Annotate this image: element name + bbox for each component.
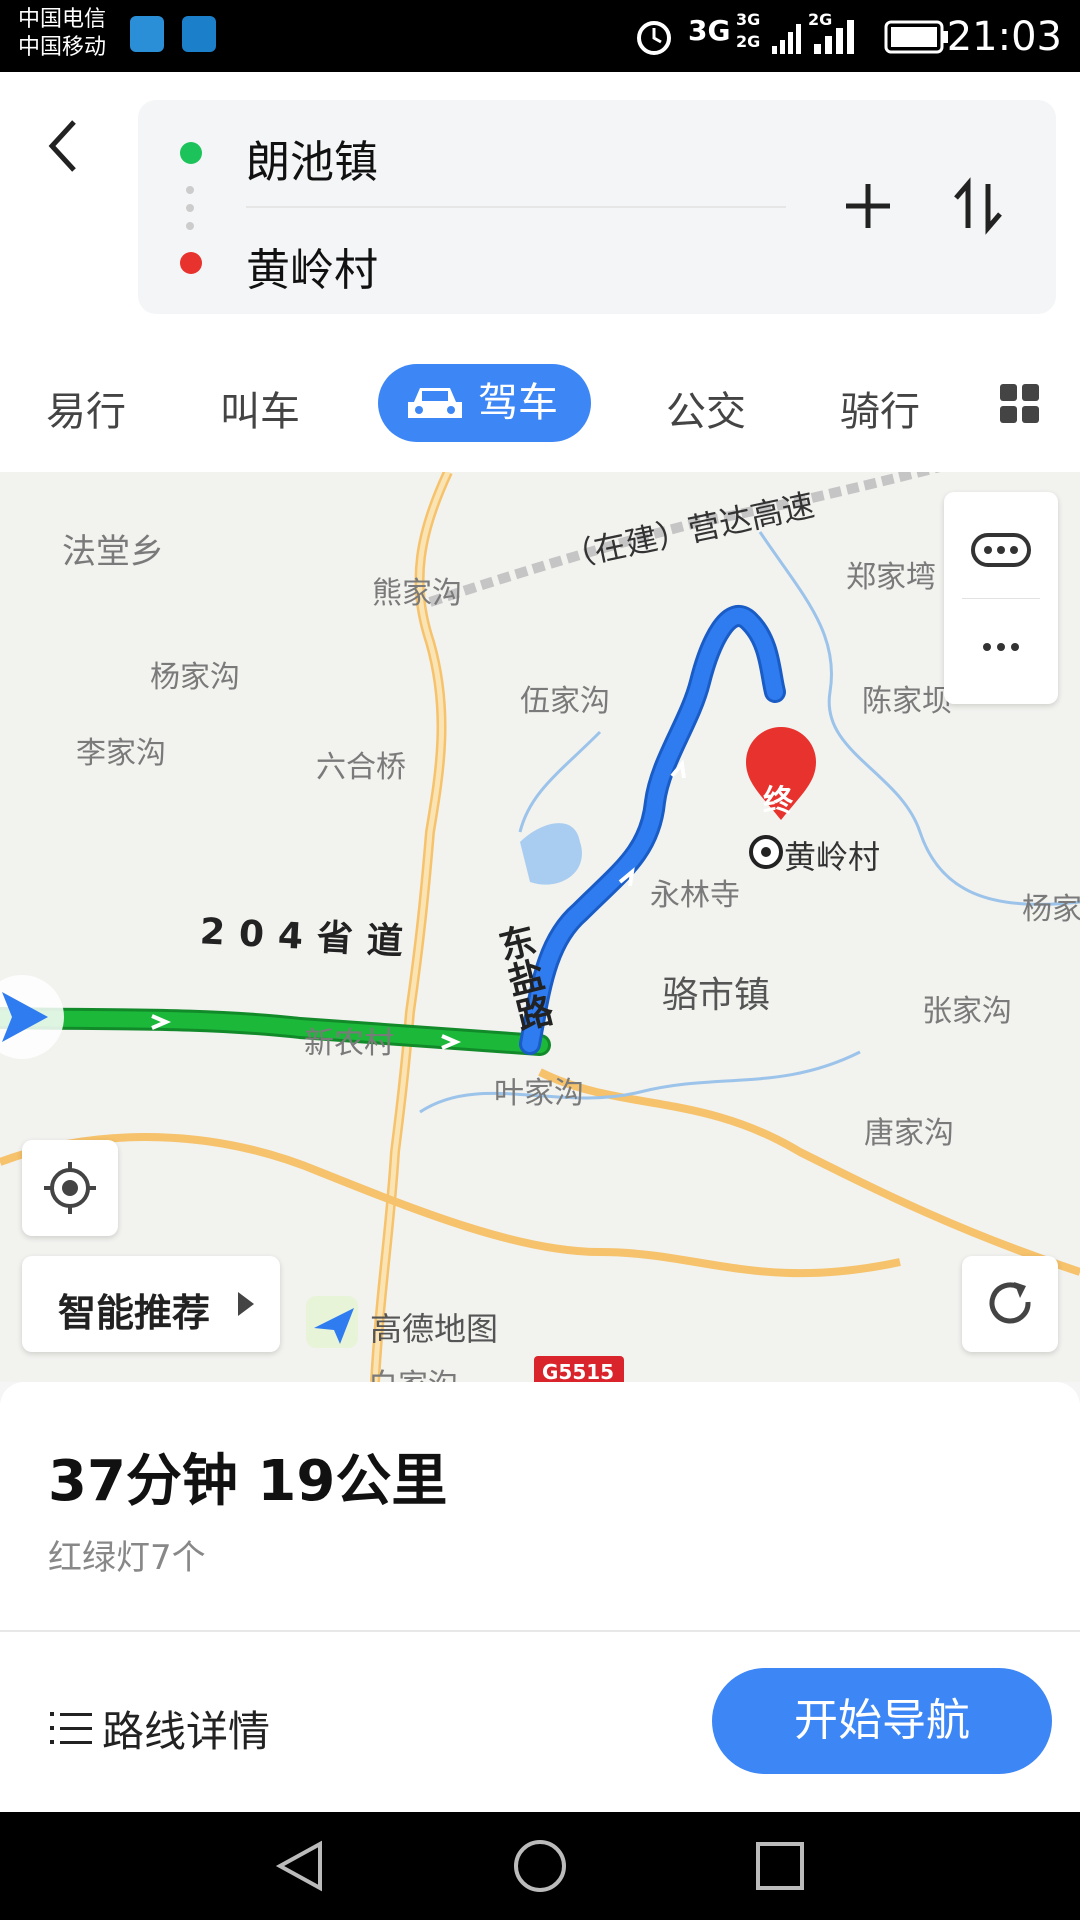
map-watermark: 高德地图	[370, 1310, 499, 1348]
network-label: 3G	[688, 14, 731, 47]
map-label: 白家沟	[368, 1360, 458, 1382]
signal-icon	[772, 24, 801, 54]
map-label: 叶家沟	[494, 1076, 584, 1111]
health-app-icon	[182, 16, 216, 52]
alarm-icon	[637, 21, 671, 55]
add-waypoint-button[interactable]	[838, 176, 898, 236]
highway-shield-label: G5515	[542, 1360, 615, 1382]
tab-taxi[interactable]: 叫车	[220, 372, 300, 452]
origin-field[interactable]: 朗池镇	[246, 126, 378, 190]
river	[518, 730, 602, 833]
destination-field[interactable]: 黄岭村	[246, 234, 378, 298]
map-label: 陈家坝	[862, 684, 952, 719]
map-label: 六合桥	[316, 750, 406, 785]
map-canvas	[0, 472, 1080, 1382]
map-label: 新农村	[304, 1026, 394, 1061]
back-nav-icon[interactable]	[272, 1838, 328, 1894]
lake	[520, 823, 582, 885]
map-label: 张家沟	[922, 994, 1012, 1029]
recents-nav-icon[interactable]	[752, 1838, 808, 1894]
route-segment-green	[0, 1010, 548, 1053]
home-nav-icon[interactable]	[512, 1838, 568, 1894]
carrier-label: 中国移动	[18, 35, 107, 60]
map-label: 熊家沟	[372, 576, 462, 611]
list-icon	[50, 1712, 92, 1744]
map-label: 法堂乡	[62, 532, 164, 572]
road	[538, 1068, 1080, 1276]
map-label: 骆市镇	[662, 975, 771, 1016]
locate-icon	[44, 1162, 96, 1214]
map-tool-panel	[944, 492, 1058, 704]
destination-map-label: 黄岭村	[784, 838, 881, 876]
traffic-icon[interactable]	[970, 532, 1032, 568]
clock: 21:03	[946, 14, 1062, 60]
network-label: 2G	[736, 32, 761, 51]
tab-drive-label: 驾车	[478, 380, 558, 426]
smart-recommend-button[interactable]: 智能推荐	[22, 1256, 280, 1352]
route-detail-label: 路线详情	[102, 1707, 271, 1756]
tab-yixing[interactable]: 易行	[46, 372, 126, 452]
signal-icon	[814, 20, 854, 54]
locate-button[interactable]	[22, 1140, 118, 1236]
more-options-icon[interactable]	[970, 632, 1032, 662]
car-icon	[408, 388, 462, 418]
map-label: 杨家	[1022, 892, 1080, 927]
status-bar: 中国电信 中国移动 3G 3G 2G 2G 21:03	[0, 0, 1080, 72]
system-nav-bar	[0, 1812, 1080, 1920]
map-label: 唐家沟	[864, 1116, 954, 1151]
smart-recommend-label: 智能推荐	[58, 1291, 211, 1335]
tab-bus[interactable]: 公交	[666, 372, 746, 452]
refresh-button[interactable]	[962, 1256, 1058, 1352]
tab-bike[interactable]: 骑行	[840, 372, 920, 452]
traffic-light-count: 红绿灯7个	[48, 1538, 206, 1578]
connector-dot	[186, 222, 194, 230]
start-navigation-button[interactable]: 开始导航	[712, 1668, 1052, 1774]
play-icon	[238, 1292, 254, 1316]
connector-dot	[186, 186, 194, 194]
origin-dot	[180, 142, 202, 164]
swap-route-button[interactable]	[948, 176, 1008, 236]
connector-dot	[186, 204, 194, 212]
road	[0, 1133, 901, 1278]
map-label: 杨家沟	[150, 660, 240, 695]
carrier-label: 中国电信	[18, 7, 107, 32]
route-time-distance: 37分钟 19公里	[48, 1449, 448, 1514]
map-label: 伍家沟	[520, 684, 610, 719]
network-label: 3G	[736, 10, 761, 29]
refresh-icon	[989, 1282, 1031, 1324]
map-app-icon	[130, 16, 164, 52]
divider	[246, 206, 786, 208]
back-button[interactable]	[40, 112, 90, 182]
destination-pin-label: 终	[763, 784, 793, 819]
battery-icon	[884, 20, 948, 54]
amap-logo-icon	[306, 1296, 358, 1348]
map-label: 李家沟	[76, 736, 166, 771]
grid-icon[interactable]	[1000, 384, 1040, 424]
tab-drive[interactable]: 驾车	[378, 364, 591, 442]
destination-dot	[180, 252, 202, 274]
map-label: 郑家塆	[846, 560, 936, 595]
map-view[interactable]: 法堂乡 熊家沟 郑家塆 杨家沟 伍家沟 陈家坝 李家沟 六合桥 永林寺 杨家 骆…	[0, 472, 1080, 1382]
map-label: 永林寺	[650, 878, 740, 913]
